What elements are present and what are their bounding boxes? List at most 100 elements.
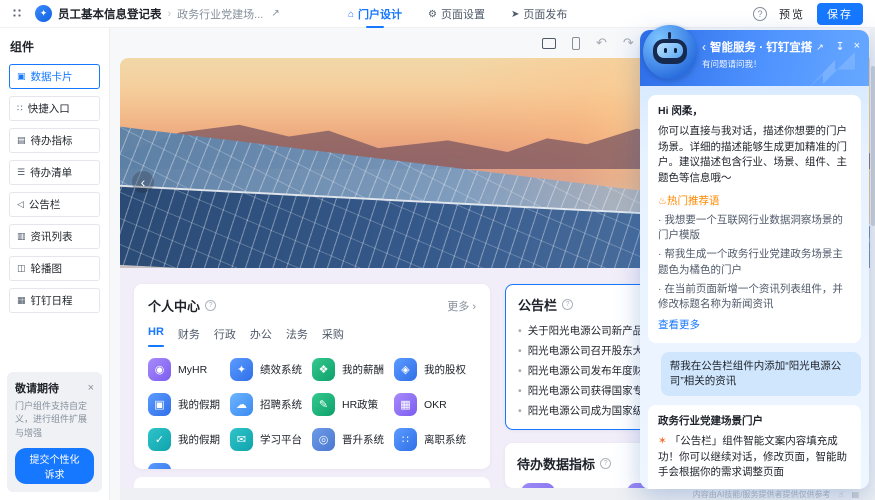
preview-button[interactable]: 预览 — [779, 6, 805, 22]
pencil-icon: ✎ — [312, 393, 335, 416]
announcement-text: 阳光电源公司获得国家专利 — [527, 385, 654, 397]
announcement-text: 阳光电源公司发布年度财报 — [527, 365, 654, 377]
app-label: 我的假期 — [178, 399, 220, 411]
coming-soon-popup: 敬请期待 × 门户组件支持自定义，进行组件扩展与增强 提交个性化诉求 — [7, 371, 102, 492]
announcement-text: 阳光电源公司召开股东大会 — [527, 345, 654, 357]
mail-icon: ✉ — [230, 428, 253, 451]
app-myhr[interactable]: ◉ MyHR — [148, 358, 230, 381]
app-label: 绩效系统 — [260, 364, 302, 376]
sidebar-item-news-list[interactable]: ▥ 资讯列表 — [9, 224, 100, 249]
sidebar-item-carousel[interactable]: ◫ 轮播图 — [9, 256, 100, 281]
app-label: 离职系统 — [424, 434, 466, 446]
back-icon[interactable]: ‹ — [702, 40, 706, 54]
tab-finance[interactable]: 财务 — [178, 326, 200, 347]
feedback-menu-icon[interactable]: ▤ — [851, 490, 859, 499]
greeting-text: Hi 闵柔， — [658, 105, 703, 117]
thumbs-down-icon[interactable]: ☟ — [844, 487, 851, 489]
close-panel-icon[interactable]: × — [854, 40, 860, 53]
tab-admin[interactable]: 行政 — [214, 326, 236, 347]
component-sidebar: 组件 ▣ 数据卡片 ∷ 快捷入口 ▤ 待办指标 ☰ 待办清单 ◁ 公告栏 ▥ 资… — [0, 28, 110, 500]
breadcrumb-page[interactable]: 政务行业党建场... — [177, 6, 263, 22]
cloud-icon: ☁ — [230, 393, 253, 416]
tab-hr[interactable]: HR — [148, 326, 164, 347]
thumbs-up-icon[interactable]: ☝ — [828, 487, 835, 489]
undo-icon[interactable]: ↶ — [596, 35, 607, 51]
page-footer: 内容由AI技能/服务提供者提供仅供参考 ☝ ▤ — [120, 488, 875, 500]
tab-procurement[interactable]: 采购 — [322, 326, 344, 347]
app-salary[interactable]: ❖ 我的薪酬 — [312, 358, 394, 381]
app-hr-policy[interactable]: ✎ HR政策 — [312, 393, 394, 416]
sidebar-item-todo-list[interactable]: ☰ 待办清单 — [9, 160, 100, 185]
app-label: 我的假期 — [178, 434, 220, 446]
submit-request-button[interactable]: 提交个性化诉求 — [15, 448, 94, 484]
sidebar-item-label: 公告栏 — [28, 199, 61, 211]
sidebar-item-announcement[interactable]: ◁ 公告栏 — [9, 192, 100, 217]
scrollbar-thumb[interactable] — [870, 66, 875, 226]
reply-title: 政务行业党建场景门户 — [658, 415, 763, 428]
pin-icon[interactable]: ↧ — [835, 40, 844, 53]
app-label: HR政策 — [342, 399, 379, 411]
tab-page-publish[interactable]: ➤ 页面发布 — [511, 0, 567, 28]
section-title: 待办数据指标 — [517, 457, 596, 472]
celebrate-icon: ✶ — [658, 434, 667, 447]
sidebar-item-quick-entry[interactable]: ∷ 快捷入口 — [9, 96, 100, 121]
page-scrollbar[interactable] — [870, 28, 875, 488]
tab-page-settings[interactable]: ⚙ 页面设置 — [428, 0, 485, 28]
help-icon[interactable]: ? — [753, 6, 767, 21]
app-performance[interactable]: ✦ 绩效系统 — [230, 358, 312, 381]
robot-avatar — [643, 25, 697, 79]
app-equity[interactable]: ◈ 我的股权 — [394, 358, 476, 381]
assistant-title: 智能服务 · 钉钉宜搭 — [710, 42, 813, 54]
app-label: OKR — [424, 398, 447, 411]
save-button[interactable]: 保存 — [817, 2, 863, 25]
popup-title: 敬请期待 — [15, 382, 59, 395]
tab-label: 页面发布 — [523, 9, 568, 21]
app-vacation[interactable]: ▣ 我的假期 — [148, 393, 230, 416]
app-learning[interactable]: ✉ 学习平台 — [230, 428, 312, 451]
app-okr[interactable]: ▦ OKR — [394, 393, 476, 416]
redo-icon[interactable]: ↷ — [623, 35, 634, 51]
info-icon: ? — [562, 299, 574, 310]
personal-center-component[interactable]: 个人中心 ? 更多 › HR 财务 行政 办公 法务 采购 ◉ MyHR ✦ 绩… — [134, 284, 490, 469]
open-external-icon[interactable]: ↗ — [816, 42, 824, 53]
more-link[interactable]: 更多 › — [447, 298, 476, 314]
fire-icon: ♨ — [658, 195, 667, 207]
sidebar-item-todo-metric[interactable]: ▤ 待办指标 — [9, 128, 100, 153]
tab-portal-design[interactable]: ⌂ 门户设计 — [348, 0, 402, 28]
external-link-icon[interactable]: ↗ — [271, 8, 279, 19]
suggestion-item[interactable]: · 我想要一个互联网行业数据洞察场景的门户模版 — [658, 213, 851, 245]
sidebar-item-data-card[interactable]: ▣ 数据卡片 — [9, 64, 100, 89]
top-bar: ✦ 员工基本信息登记表 › 政务行业党建场... ↗ ⌂ 门户设计 ⚙ 页面设置… — [0, 0, 875, 28]
sidebar-item-label: 资讯列表 — [30, 231, 73, 243]
app-label: 学习平台 — [260, 434, 302, 446]
sidebar-item-label: 数据卡片 — [30, 71, 73, 83]
app-talent-growth[interactable]: ❑ 人才成长 — [148, 463, 230, 469]
gear-icon: ⚙ — [428, 8, 438, 20]
bullet-dot: • — [518, 405, 522, 417]
desktop-view-icon[interactable] — [542, 37, 556, 49]
tab-legal[interactable]: 法务 — [286, 326, 308, 347]
info-icon: ? — [600, 458, 612, 469]
person-icon: ◉ — [148, 358, 171, 381]
app-resignation[interactable]: ∷ 离职系统 — [394, 428, 476, 451]
mobile-view-icon[interactable] — [572, 36, 580, 50]
reply-text: 「公告栏」组件智能文案内容填充成功！你可以继续对话，修改页面，智能助手会根据你的… — [658, 434, 847, 479]
suggestion-item[interactable]: · 帮我生成一个政务行业党建政务场景主题色为橘色的门户 — [658, 247, 851, 279]
medal-icon: ◎ — [312, 428, 335, 451]
feedback-up-icon[interactable]: ☝ — [839, 490, 844, 499]
mode-tabs: ⌂ 门户设计 ⚙ 页面设置 ➤ 页面发布 — [348, 0, 567, 28]
intro-text: 你可以直接与我对话，描述你想要的门户场景。详细的描述能够生成更加精准的门户。建议… — [658, 124, 847, 184]
close-icon[interactable]: × — [88, 382, 94, 394]
sidebar-item-dingtalk-schedule[interactable]: ▦ 钉钉日程 — [9, 288, 100, 313]
see-more-link[interactable]: 查看更多 — [658, 318, 851, 334]
tab-office[interactable]: 办公 — [250, 326, 272, 347]
user-message-bubble: 帮我在公告栏组件内添加“阳光电源公司”相关的资讯 — [660, 351, 861, 397]
app-label: 晋升系统 — [342, 434, 384, 446]
app-promotion[interactable]: ◎ 晋升系统 — [312, 428, 394, 451]
suggestion-item[interactable]: · 在当前页面新增一个资讯列表组件，并修改标题名称为新闻资讯 — [658, 282, 851, 314]
app-grid-icon[interactable] — [12, 8, 23, 19]
app-recruiting[interactable]: ☁ 招聘系统 — [230, 393, 312, 416]
app-vacation-2[interactable]: ✓ 我的假期 — [148, 428, 230, 451]
bullet-dot: • — [518, 385, 522, 397]
chat-message-area: Hi 闵柔， 你可以直接与我对话，描述你想要的门户场景。详细的描述能够生成更加精… — [640, 86, 869, 489]
